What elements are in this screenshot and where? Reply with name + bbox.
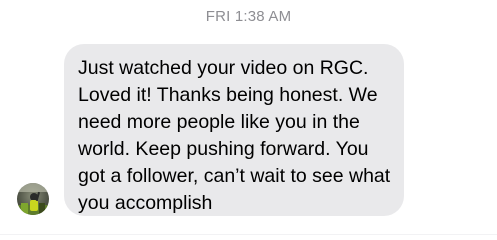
sender-avatar[interactable]: [17, 183, 49, 215]
message-line: Just watched your video on RGC.: [78, 57, 369, 79]
avatar-photo-icon: [17, 183, 49, 215]
message-line: you accomplish: [78, 192, 213, 214]
message-line: Loved it! Thanks being honest. We: [78, 84, 378, 106]
message-line: got a follower, can’t wait to see what: [78, 165, 391, 187]
bottom-divider: [0, 234, 497, 235]
message-line: world. Keep pushing forward. You: [78, 138, 369, 160]
message-line: need more people like you in the: [78, 111, 360, 133]
message-text: Just watched your video on RGC. Loved it…: [78, 55, 392, 217]
message-timestamp: FRI 1:38 AM: [205, 8, 292, 25]
message-bubble-incoming[interactable]: Just watched your video on RGC. Loved it…: [64, 44, 404, 216]
